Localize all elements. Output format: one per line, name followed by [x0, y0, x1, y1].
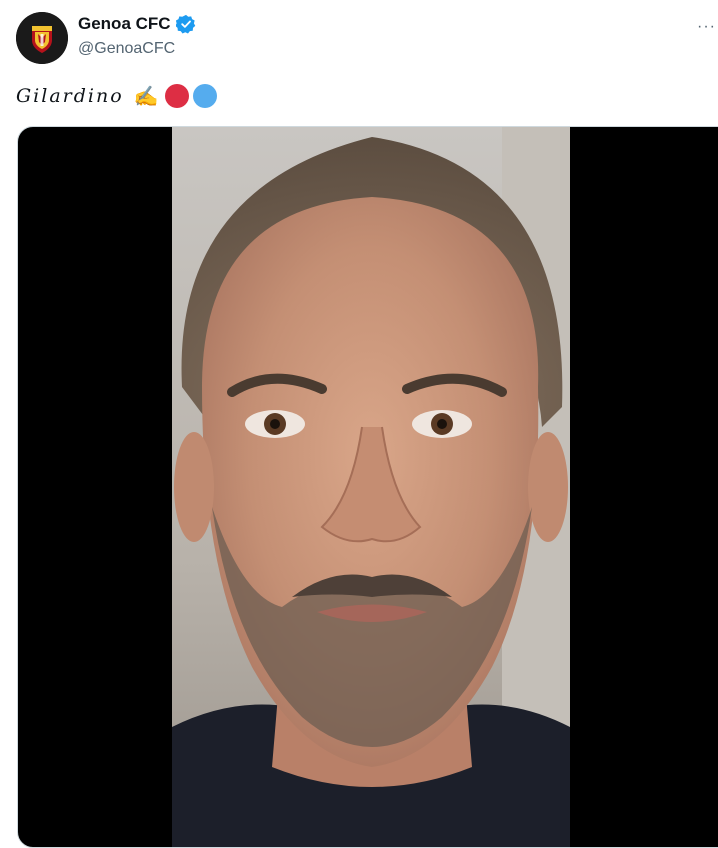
- verified-badge-icon: [174, 14, 196, 34]
- video-frame: [172, 127, 570, 847]
- writing-hand-icon: ✍: [133, 84, 161, 108]
- more-options-icon[interactable]: ···: [697, 18, 716, 36]
- video-player[interactable]: [17, 126, 718, 848]
- avatar[interactable]: [16, 12, 68, 64]
- display-name[interactable]: Genoa CFC: [78, 14, 171, 34]
- portrait-image: [172, 127, 570, 847]
- genoa-crest-icon: [16, 12, 68, 64]
- account-handle[interactable]: @GenoaCFC: [78, 40, 175, 58]
- blue-circle-icon: [192, 84, 217, 108]
- tweet-text: Gilardino ✍: [16, 84, 217, 108]
- red-circle-icon: [164, 84, 189, 108]
- tweet-text-content: Gilardino: [16, 85, 124, 107]
- author-name-row[interactable]: Genoa CFC: [78, 14, 196, 34]
